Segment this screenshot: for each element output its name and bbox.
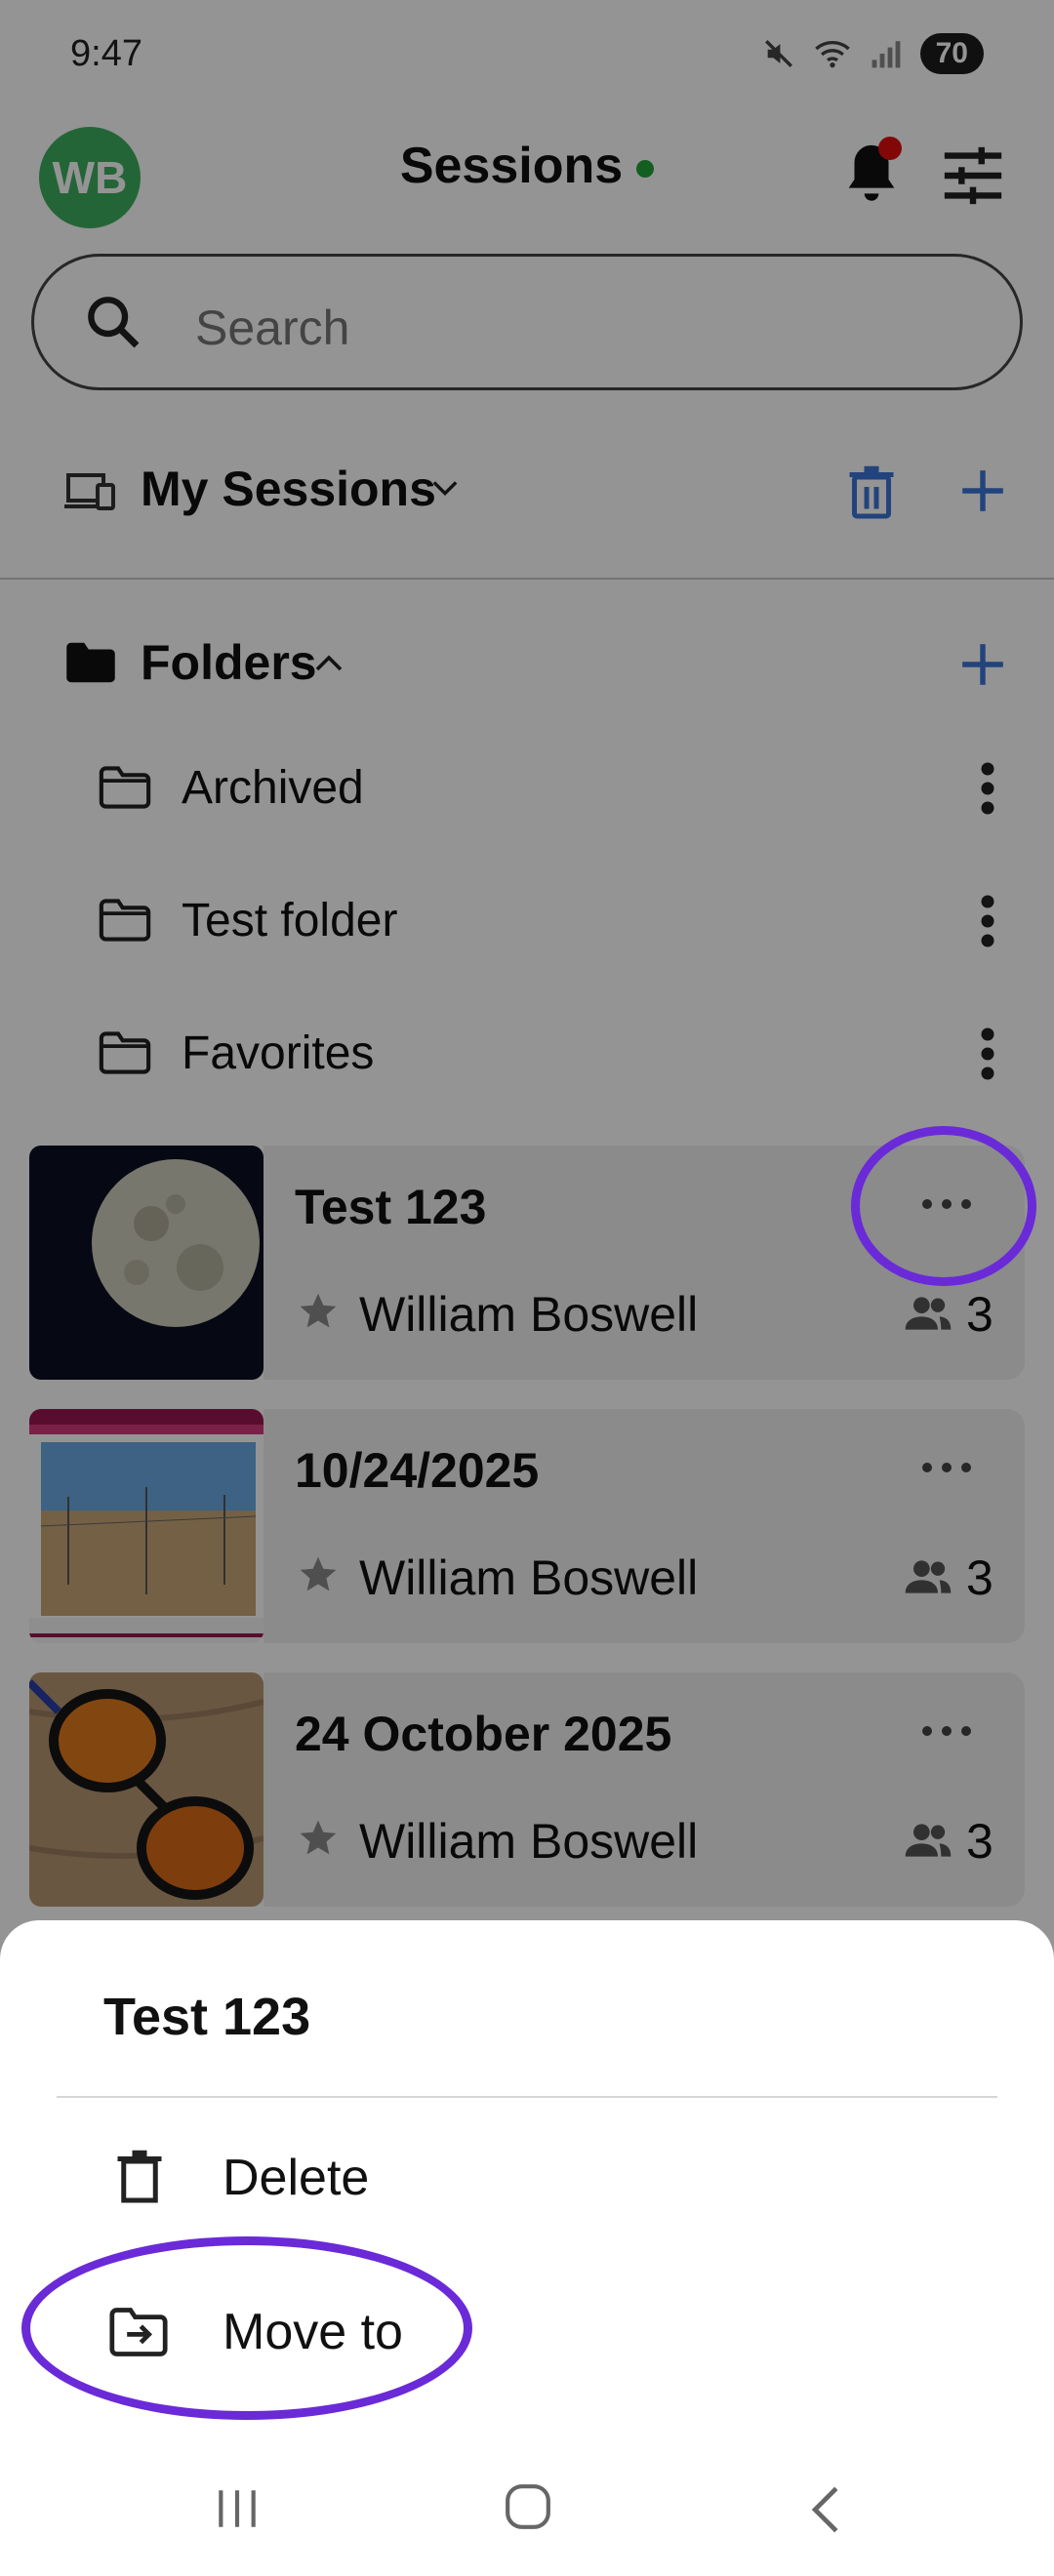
trash-icon[interactable] <box>115 2147 164 2205</box>
highlight-circle-more-button <box>851 1126 1036 1286</box>
back-nav-icon[interactable] <box>806 2484 845 2535</box>
sheet-title: Test 123 <box>103 1988 311 2046</box>
highlight-circle-move-to <box>21 2236 472 2420</box>
recents-nav-icon[interactable] <box>213 2484 262 2533</box>
home-nav-icon[interactable] <box>504 2482 552 2531</box>
delete-action[interactable]: Delete <box>223 2149 369 2207</box>
sheet-divider <box>57 2096 997 2098</box>
